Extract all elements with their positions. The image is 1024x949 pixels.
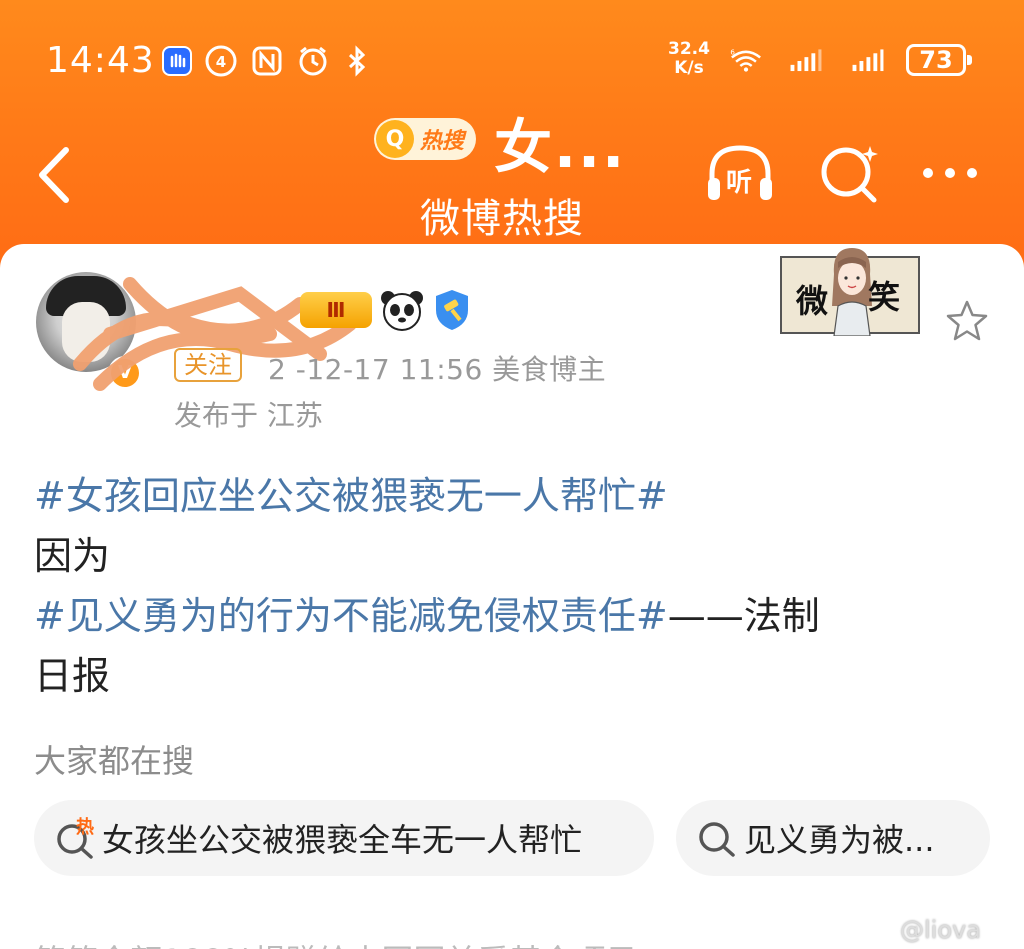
panda-icon xyxy=(381,291,423,331)
favorite-star-icon[interactable] xyxy=(944,298,990,344)
wifi-icon: 6 xyxy=(722,44,770,78)
listen-label: 听 xyxy=(726,168,753,198)
alarm-icon xyxy=(296,44,330,78)
nfc-icon xyxy=(250,44,284,78)
post-text: 日报 xyxy=(34,654,111,698)
svg-text:6: 6 xyxy=(730,48,735,57)
page-title: 女... xyxy=(494,113,627,181)
bluetooth-icon xyxy=(340,44,374,78)
chip-label: 女孩坐公交被猥亵全车无一人帮忙 xyxy=(102,821,583,859)
hand-app-icon xyxy=(160,44,194,78)
post-body: #女孩回应坐公交被猥亵无一人帮忙# 因为 #见义勇为的行为不能减免侵权责任#——… xyxy=(34,466,994,706)
status-time: 14:43 xyxy=(46,40,155,81)
related-heading: 大家都在搜 xyxy=(34,742,195,780)
cutoff-text: 简第今额100%捐赠给中国困兹爱基今项目 xyxy=(34,936,638,949)
chevron-left-icon xyxy=(39,147,69,203)
topic-link[interactable]: #女孩回应坐公交被猥亵无一人帮忙# xyxy=(34,474,668,518)
search-button[interactable] xyxy=(814,140,886,206)
net-speed-unit: K/s xyxy=(674,58,704,78)
hot-mark: 热 xyxy=(76,817,94,838)
listen-button[interactable]: 听 xyxy=(704,140,776,206)
wifi-call-icon: 4 xyxy=(204,44,238,78)
signal-icon xyxy=(784,44,828,78)
smile-sticker: 微 笑 xyxy=(780,248,920,336)
post-text: 因为 xyxy=(34,534,111,578)
search-icon: Q xyxy=(376,120,414,158)
svg-text:4: 4 xyxy=(216,53,226,71)
hot-search-icon: 热 xyxy=(57,817,94,859)
hot-search-badge: Q 热搜 xyxy=(374,118,476,160)
level-badge: Ⅲ xyxy=(300,292,372,328)
back-button[interactable] xyxy=(30,140,80,210)
topic-link[interactable]: #见义勇为的行为不能减免侵权责任# xyxy=(34,594,668,638)
related-search-chip[interactable]: 见义勇为被... xyxy=(676,800,990,876)
page-subtitle: 微博热搜 xyxy=(420,196,584,242)
post-text: ——法制 xyxy=(667,594,820,638)
net-speed: 32.4 K/s xyxy=(668,40,710,78)
follow-button[interactable]: 关注 xyxy=(174,348,242,382)
net-speed-value: 32.4 xyxy=(668,39,710,59)
sticker-right-char: 笑 xyxy=(868,278,901,316)
battery-indicator: 73 xyxy=(906,44,972,76)
gavel-badge-icon xyxy=(436,290,468,330)
signal-icon xyxy=(846,44,890,78)
weibo-watermark: @liova xyxy=(900,916,981,944)
search-icon xyxy=(821,146,878,203)
post-meta: 2 -12-17 11:56 美食博主 xyxy=(268,353,607,386)
more-button[interactable] xyxy=(914,140,986,206)
post-location: 发布于 江苏 xyxy=(174,399,323,432)
search-icon xyxy=(699,822,735,857)
hot-badge-label: 热搜 xyxy=(420,129,465,154)
related-search-chip[interactable]: 热 女孩坐公交被猥亵全车无一人帮忙 xyxy=(34,800,654,876)
post-card: V Ⅲ 关注 2 -12-17 11:56 美食博主 发布于 江苏 微 笑 #女… xyxy=(0,244,1024,949)
more-dots-icon xyxy=(923,168,977,178)
chip-label: 见义勇为被... xyxy=(744,821,935,859)
status-bar: 14:43 4 32.4 K/s 6 73 xyxy=(0,38,1024,88)
